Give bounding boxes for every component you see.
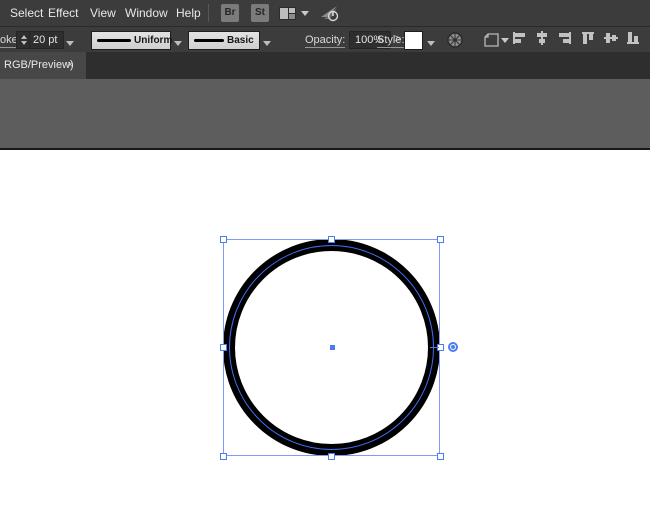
brush-value: Basic	[227, 35, 254, 46]
menu-bar: Select Effect View Window Help Br St	[0, 0, 650, 27]
align-right-icon[interactable]	[558, 31, 572, 50]
workspace-chevron-icon[interactable]	[301, 11, 309, 16]
menu-effect[interactable]: Effect	[48, 6, 78, 20]
recolor-artwork-icon[interactable]	[446, 31, 464, 54]
selection-handle-sw[interactable]	[220, 453, 227, 460]
profile-preview-line	[97, 39, 131, 42]
document-tab[interactable]: RGB/Preview) ×	[0, 52, 86, 79]
stroke-weight-field[interactable]: 20 pt	[16, 31, 64, 49]
width-profile-chevron[interactable]	[170, 33, 186, 46]
shape-center-point[interactable]	[330, 345, 335, 350]
document-tab-bar: RGB/Preview) ×	[0, 52, 650, 79]
document-options-chevron-icon[interactable]	[501, 38, 509, 43]
document-options-icon[interactable]	[484, 33, 499, 52]
control-bar: oke: 20 pt Uniform Basic Opacity: 100% >…	[0, 27, 650, 52]
profile-value: Uniform	[134, 35, 172, 46]
stroke-weight-stepper[interactable]	[19, 32, 30, 48]
style-swatch[interactable]	[404, 31, 423, 50]
menu-view[interactable]: View	[90, 6, 116, 20]
align-top-icon[interactable]	[581, 31, 595, 50]
brush-panel-button[interactable]: Br	[221, 4, 239, 22]
live-shape-widget-connector	[430, 347, 439, 348]
selection-handle-n[interactable]	[328, 236, 335, 243]
align-left-icon[interactable]	[512, 31, 526, 50]
illustrator-window: Select Effect View Window Help Br St oke…	[0, 0, 650, 518]
menu-divider	[208, 4, 209, 22]
pasteboard[interactable]	[0, 79, 650, 148]
selection-handle-ne[interactable]	[437, 236, 444, 243]
selection-handle-se[interactable]	[437, 453, 444, 460]
stroke-weight-dropdown[interactable]	[62, 33, 78, 46]
document-tab-title: RGB/Preview)	[4, 59, 74, 71]
live-shape-widget-icon[interactable]	[448, 342, 458, 352]
width-profile-dropdown[interactable]: Uniform	[91, 31, 171, 50]
gpu-performance-icon[interactable]	[320, 5, 340, 27]
opacity-label[interactable]: Opacity:	[305, 34, 345, 48]
workspace-switcher-icon[interactable]	[279, 7, 296, 25]
align-h-center-icon[interactable]	[535, 31, 549, 50]
menu-help[interactable]: Help	[176, 6, 201, 20]
brush-preview-line	[194, 39, 224, 42]
brush-definition-chevron[interactable]	[259, 33, 275, 46]
style-label[interactable]: Style:	[377, 34, 405, 48]
stroke-weight-value[interactable]: 20 pt	[33, 34, 57, 46]
selection-handle-s[interactable]	[328, 453, 335, 460]
menu-select[interactable]: Select	[10, 6, 43, 20]
align-bottom-icon[interactable]	[626, 31, 640, 50]
align-v-center-icon[interactable]	[604, 31, 618, 50]
menu-window[interactable]: Window	[125, 6, 168, 20]
brush-definition-dropdown[interactable]: Basic	[188, 31, 260, 50]
tab-close-icon[interactable]: ×	[67, 59, 73, 71]
selection-handle-nw[interactable]	[220, 236, 227, 243]
style-chevron[interactable]	[423, 33, 439, 46]
graphic-styles-panel-button[interactable]: St	[251, 4, 269, 22]
selection-handle-w[interactable]	[220, 344, 227, 351]
